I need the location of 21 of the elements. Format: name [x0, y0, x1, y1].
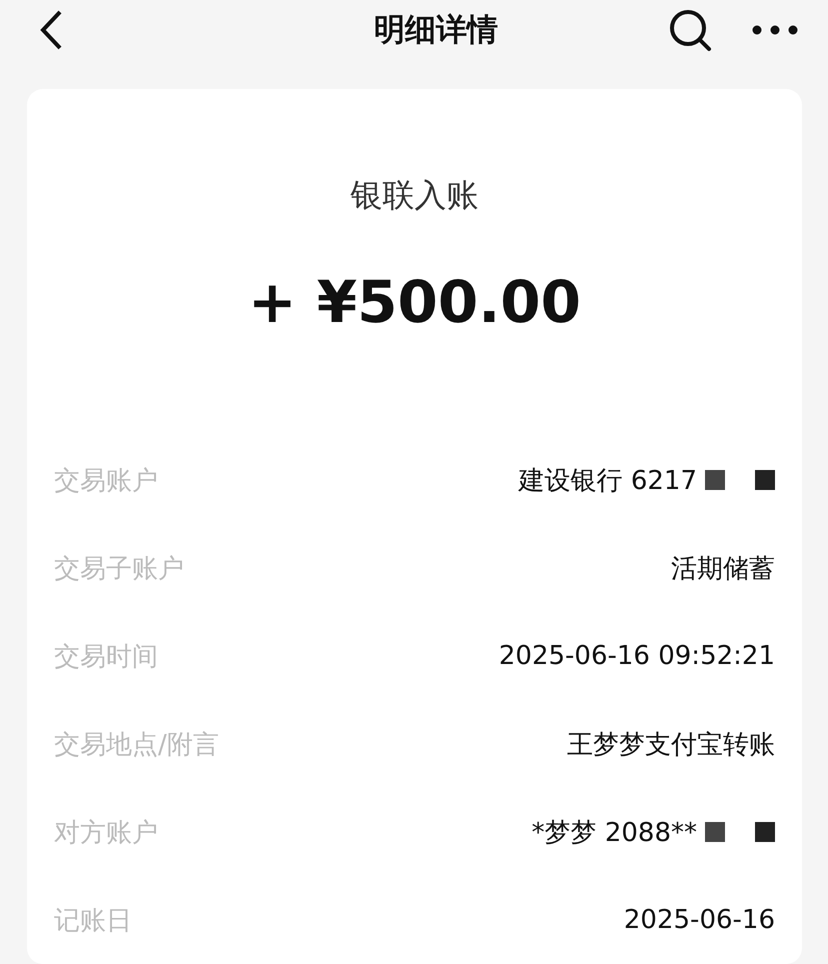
- amount: + ¥500.00: [247, 268, 582, 336]
- more-icon: [752, 24, 798, 34]
- more-button[interactable]: [752, 24, 798, 34]
- field-label: 交易账户: [54, 464, 158, 498]
- back-button[interactable]: [38, 8, 64, 50]
- field-value: 王梦梦支付宝转账: [567, 728, 775, 762]
- field-value: 2025-06-16: [624, 905, 775, 935]
- field-label: 交易时间: [54, 640, 158, 674]
- transaction-type: 银联入账: [350, 175, 480, 216]
- field-value: 活期储蓄: [671, 552, 775, 586]
- field-label: 对方账户: [54, 816, 158, 850]
- page-title: 明细详情: [374, 10, 498, 50]
- back-icon: [38, 8, 64, 50]
- field-value: *梦梦 2088**: [532, 816, 697, 850]
- field-value: 2025-06-16 09:52:21: [498, 641, 775, 671]
- search-button[interactable]: [668, 8, 712, 52]
- field-label: 交易子账户: [54, 552, 184, 586]
- field-label: 交易地点/附言: [54, 728, 219, 762]
- field-value: 建设银行 6217: [518, 464, 697, 498]
- field-label: 记账日: [54, 904, 132, 938]
- search-icon: [668, 8, 712, 52]
